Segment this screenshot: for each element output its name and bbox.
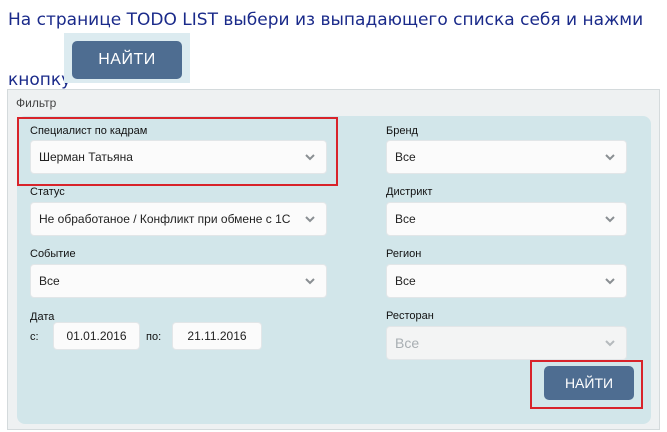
restaurant-label: Ресторан [386, 310, 434, 322]
status-value: Не обработаное / Конфликт при обмене с 1… [39, 212, 291, 226]
date-to-input[interactable]: 21.11.2016 [172, 322, 262, 350]
event-label: Событие [30, 248, 76, 260]
date-from-label: с: [30, 331, 39, 343]
restaurant-select[interactable]: Все [386, 326, 627, 360]
date-to-label: по: [146, 331, 162, 343]
region-label: Регион [386, 248, 422, 260]
event-select[interactable]: Все [30, 264, 327, 298]
status-select[interactable]: Не обработаное / Конфликт при обмене с 1… [30, 202, 327, 236]
district-value: Все [395, 212, 416, 226]
district-select[interactable]: Все [386, 202, 627, 236]
instruction-text-line2: кнопку [8, 70, 72, 90]
region-select[interactable]: Все [386, 264, 627, 298]
event-value: Все [39, 274, 60, 288]
restaurant-value: Все [395, 335, 420, 351]
district-label: Дистрикт [386, 186, 433, 198]
brand-value: Все [395, 150, 416, 164]
brand-select[interactable]: Все [386, 140, 627, 174]
sample-find-button: НАЙТИ [72, 41, 182, 79]
date-label: Дата [30, 311, 55, 323]
chevron-down-icon [305, 278, 315, 285]
chevron-down-icon [605, 340, 615, 347]
sample-button-image: НАЙТИ [64, 33, 190, 83]
brand-label: Бренд [386, 125, 418, 137]
region-value: Все [395, 274, 416, 288]
filter-title: Фильтр [16, 96, 57, 110]
instruction-text: На странице TODO LIST выбери из выпадающ… [8, 10, 644, 30]
chevron-down-icon [605, 278, 615, 285]
chevron-down-icon [605, 216, 615, 223]
chevron-down-icon [305, 216, 315, 223]
status-label: Статус [30, 186, 65, 198]
chevron-down-icon [605, 154, 615, 161]
highlight-find-button [530, 360, 643, 409]
highlight-specialist [17, 117, 338, 186]
date-from-input[interactable]: 01.01.2016 [53, 322, 140, 350]
